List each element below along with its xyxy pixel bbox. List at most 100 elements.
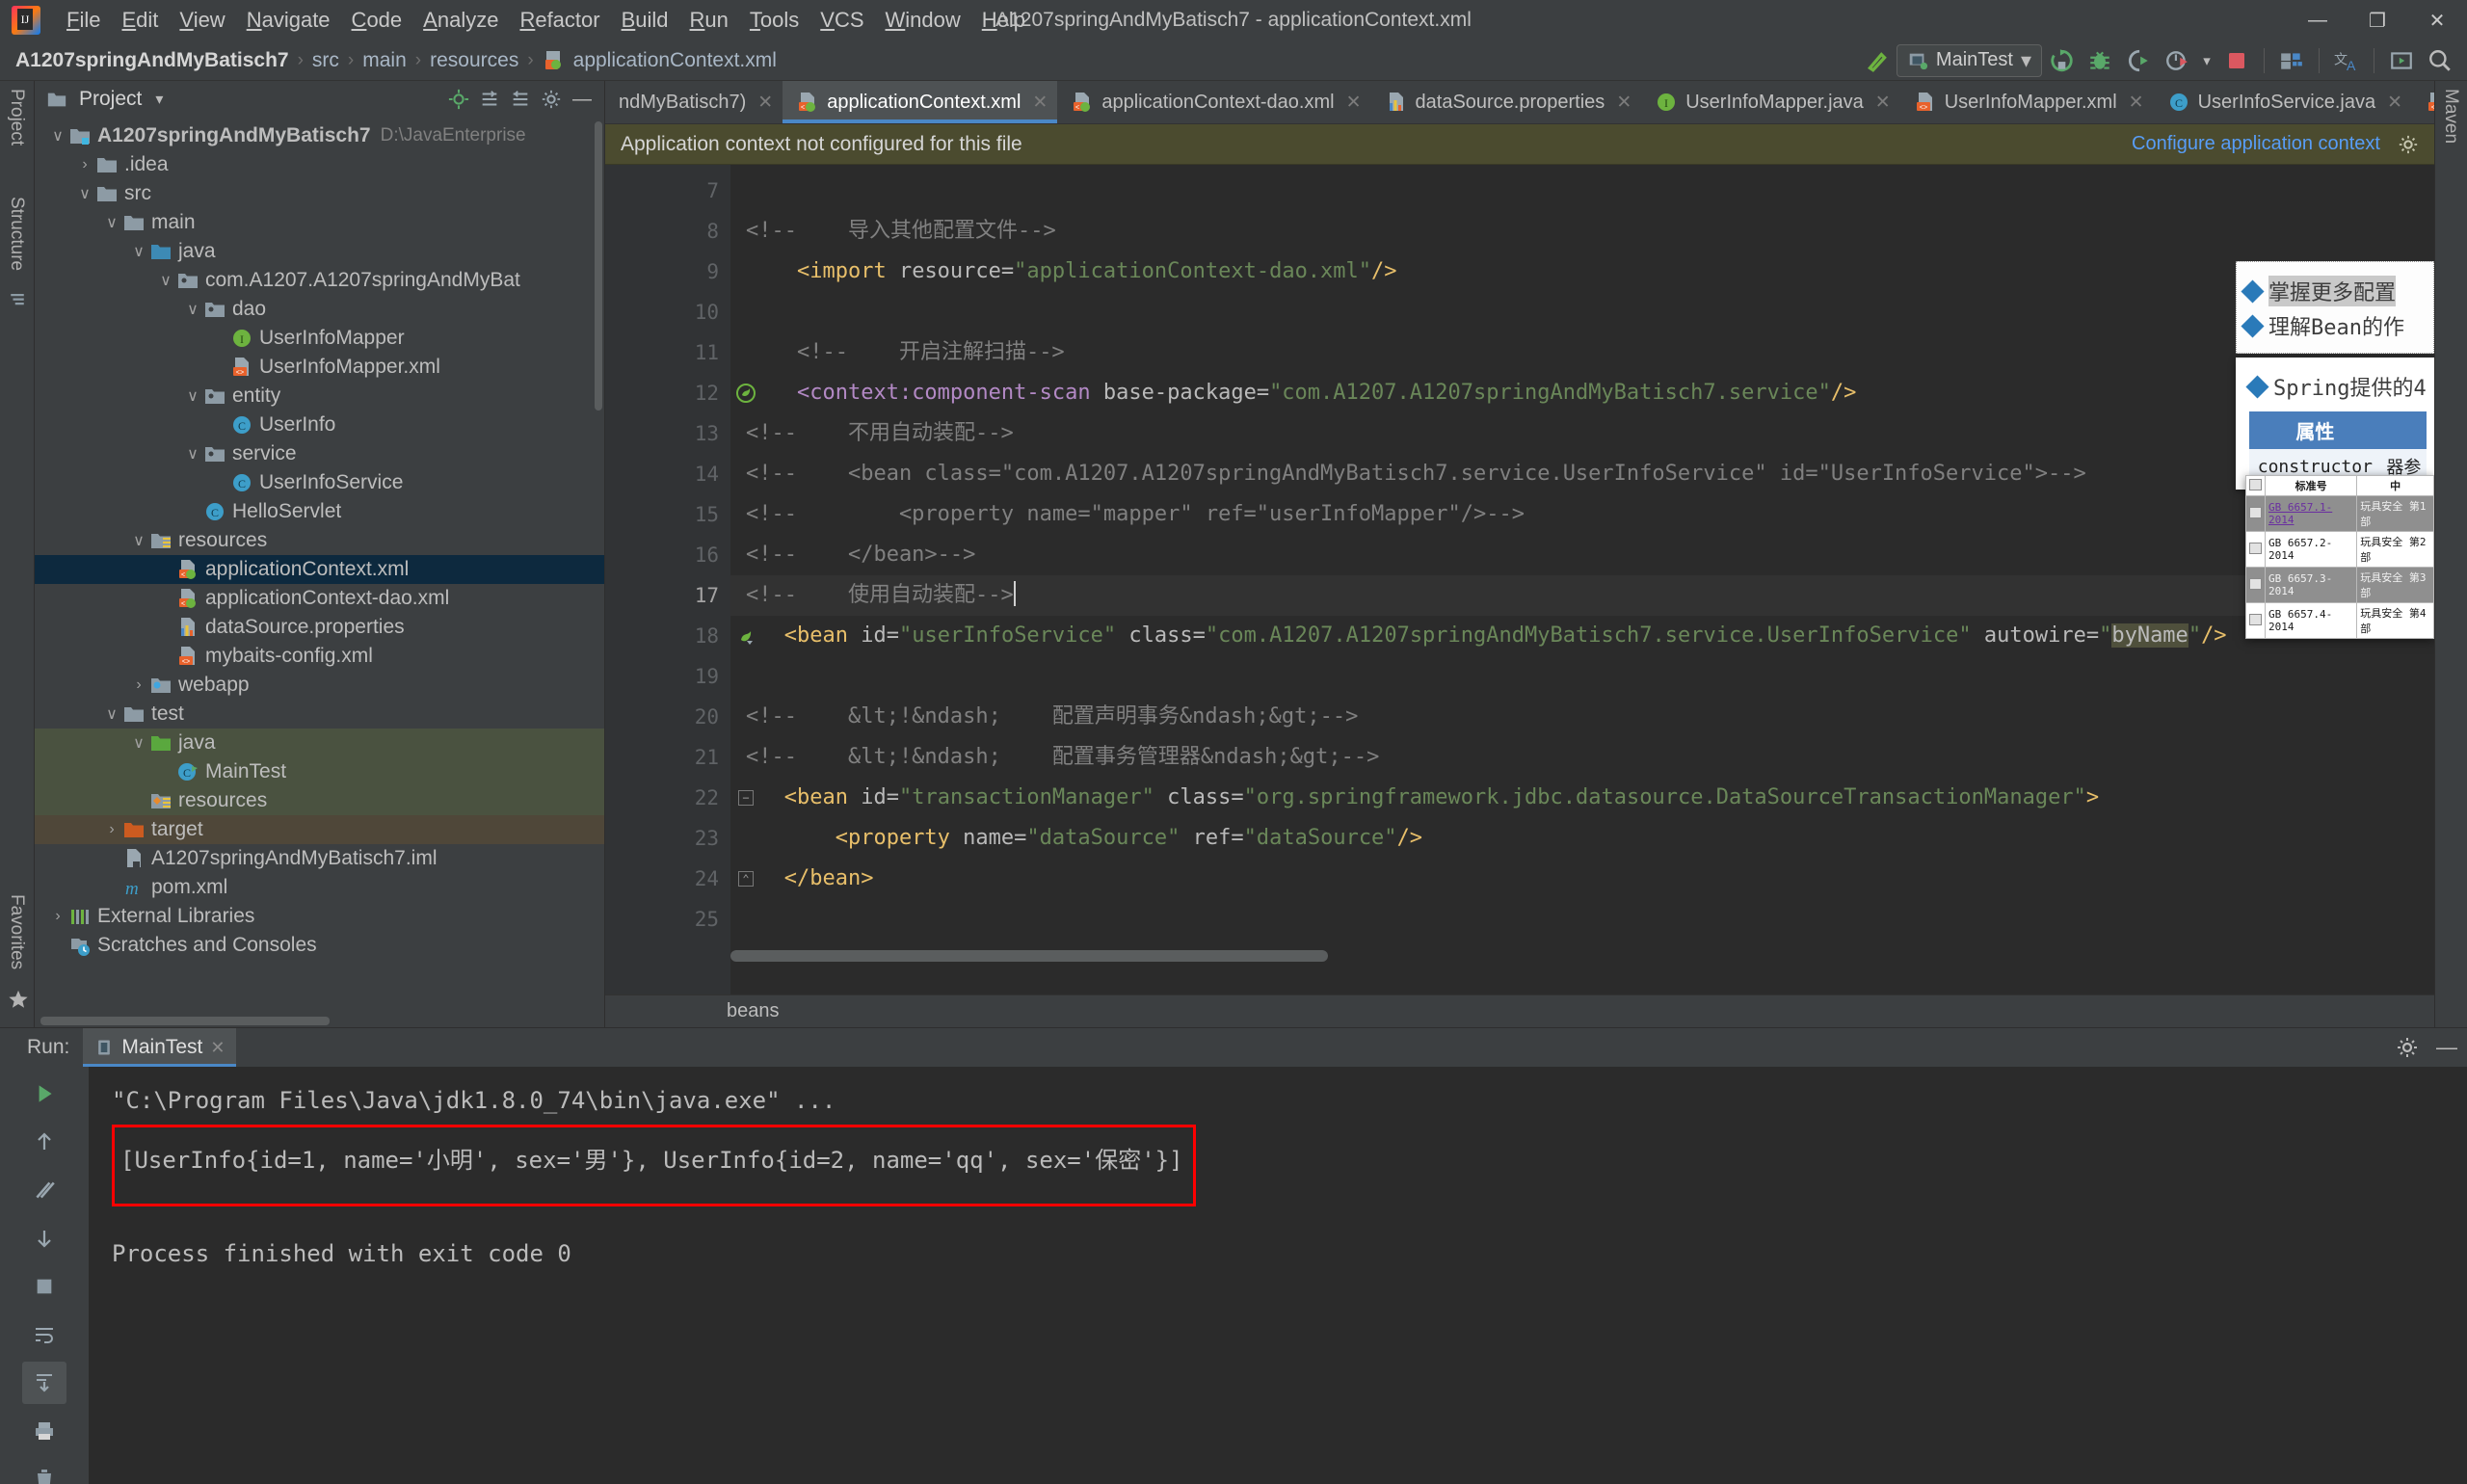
debug-button[interactable] — [2081, 43, 2119, 78]
stop-process-button[interactable] — [22, 1265, 66, 1308]
code-line[interactable]: <context:component-scan base-package="co… — [730, 373, 2434, 413]
close-icon[interactable]: ✕ — [757, 92, 773, 114]
breadcrumb-root[interactable]: A1207springAndMyBatisch7 — [15, 49, 289, 72]
collapse-all-icon[interactable] — [506, 87, 535, 112]
expand-arrow-icon[interactable]: › — [48, 908, 67, 925]
menu-item-refactor[interactable]: Refactor — [509, 4, 610, 37]
editor-tab-applicationcontext-xml[interactable]: < applicationContext.xml ✕ — [783, 81, 1058, 123]
tool-window-favorites[interactable]: Favorites — [6, 894, 27, 969]
code-line[interactable]: <!-- 使用自动装配--> — [730, 575, 2434, 616]
project-scrollbar[interactable] — [595, 121, 602, 411]
tree-node-datasource-properties[interactable]: dataSource.properties — [35, 613, 604, 642]
console-output[interactable]: "C:\Program Files\Java\jdk1.8.0_74\bin\j… — [89, 1067, 2467, 1484]
code-editor[interactable]: 7 8 9 10 11 12 13 14 15 16 17 18 19 20 21 22− 23 24 ⌃ 25 <!… — [605, 165, 2434, 994]
expand-arrow-icon[interactable]: ∨ — [102, 704, 121, 724]
expand-arrow-icon[interactable]: › — [129, 676, 148, 694]
editor-hscrollbar[interactable] — [730, 950, 1328, 962]
tree-node-entity[interactable]: ∨ entity — [35, 382, 604, 411]
scroll-down-button[interactable] — [22, 1217, 66, 1259]
menu-item-analyze[interactable]: Analyze — [412, 4, 509, 37]
run-anything-icon[interactable] — [2382, 43, 2421, 78]
code-line[interactable]: <!-- 不用自动装配--> — [730, 413, 2434, 454]
tree-node-java[interactable]: ∨ java — [35, 237, 604, 266]
expand-arrow-icon[interactable]: ∨ — [102, 213, 121, 232]
code-line[interactable] — [730, 171, 2434, 211]
menu-item-file[interactable]: File — [56, 4, 111, 37]
editor-tab-mybaits-config-xm[interactable]: <>mybaits-config.xm✕ — [2412, 81, 2434, 123]
close-icon[interactable]: ✕ — [1875, 92, 1891, 114]
breadcrumb-item-src[interactable]: src — [312, 49, 339, 72]
code-line[interactable]: <!-- 开启注解扫描--> — [730, 332, 2434, 373]
tree-node-external-libraries[interactable]: › External Libraries — [35, 902, 604, 931]
hide-panel-icon[interactable]: — — [568, 87, 597, 112]
standards-row-code[interactable]: GB 6657.1-2014 — [2264, 495, 2358, 532]
chevron-down-icon[interactable]: ▾ — [155, 90, 163, 109]
tree-node-java[interactable]: ∨ java — [35, 729, 604, 757]
expand-arrow-icon[interactable]: ∨ — [156, 271, 175, 290]
code-line[interactable]: <!-- &lt;!&ndash; 配置事务管理器&ndash;&gt;--> — [730, 737, 2434, 778]
project-tree[interactable]: ∨ A1207springAndMyBatisch7 D:\JavaEnterpri… — [35, 118, 604, 1014]
tree-node-main[interactable]: ∨ main — [35, 208, 604, 237]
configure-application-context-link[interactable]: Configure application context — [2132, 133, 2380, 155]
close-icon[interactable]: ✕ — [1616, 92, 1631, 114]
editor-tab-ndmybatisch7-[interactable]: ndMyBatisch7) ✕ — [605, 81, 783, 123]
project-structure-icon[interactable] — [2272, 43, 2311, 78]
tree-node-pom-xml[interactable]: m pom.xml — [35, 873, 604, 902]
minimize-button[interactable]: — — [2288, 10, 2348, 32]
tree-node-maintest[interactable]: C MainTest — [35, 757, 604, 786]
close-icon[interactable]: ✕ — [2129, 92, 2144, 114]
rerun-failed-button[interactable] — [22, 1169, 66, 1211]
code-line[interactable]: <!-- 导入其他配置文件--> — [730, 211, 2434, 252]
code-line[interactable] — [730, 656, 2434, 697]
run-configuration-selector[interactable]: MainTest ▾ — [1896, 43, 2042, 77]
code-line[interactable]: </bean> — [730, 859, 2434, 899]
hide-run-panel-icon[interactable]: — — [2436, 1035, 2457, 1060]
tree-node-scratches-and-consoles[interactable]: Scratches and Consoles — [35, 931, 604, 960]
run-settings-gear-icon[interactable] — [2396, 1036, 2419, 1059]
tree-node-target[interactable]: › target — [35, 815, 604, 844]
standards-row-code[interactable]: GB 6657.2-2014 — [2264, 531, 2358, 568]
tool-window-project[interactable]: Project — [6, 89, 27, 146]
scroll-up-button[interactable] — [22, 1121, 66, 1163]
expand-arrow-icon[interactable]: ∨ — [183, 386, 202, 406]
code-line[interactable]: <import resource="applicationContext-dao… — [730, 252, 2434, 292]
run-tab-maintest[interactable]: MainTest ✕ — [83, 1028, 237, 1067]
settings-gear-icon[interactable] — [537, 87, 566, 112]
menu-item-tools[interactable]: Tools — [739, 4, 809, 37]
editor-tab-bar[interactable]: ndMyBatisch7) ✕ < applicationContext.xml ✕ < a… — [605, 81, 2434, 124]
menu-item-navigate[interactable]: Navigate — [236, 4, 341, 37]
profile-button[interactable] — [2158, 43, 2196, 78]
expand-arrow-icon[interactable]: › — [102, 821, 121, 838]
locate-file-icon[interactable] — [444, 87, 473, 112]
breadcrumb-item-main[interactable]: main — [362, 49, 407, 72]
menu-item-code[interactable]: Code — [341, 4, 413, 37]
expand-arrow-icon[interactable]: › — [75, 156, 94, 173]
editor-tab-userinfomapper-xml[interactable]: <> UserInfoMapper.xml ✕ — [1900, 81, 2154, 123]
breadcrumb-item-resources[interactable]: resources — [430, 49, 518, 72]
tree-node-resources[interactable]: ∨ resources — [35, 526, 604, 555]
tool-window-structure[interactable]: Structure — [6, 197, 27, 271]
build-hammer-icon[interactable] — [1858, 43, 1897, 78]
code-line[interactable]: <!-- <property name="mapper" ref="userIn… — [730, 494, 2434, 535]
favorites-star-icon[interactable] — [8, 989, 29, 1010]
code-line[interactable]: <!-- <bean class="com.A1207.A1207springA… — [730, 454, 2434, 494]
editor-breadcrumb-beans[interactable]: beans — [727, 1000, 780, 1022]
menu-item-view[interactable]: View — [169, 4, 235, 37]
close-icon[interactable]: ✕ — [2387, 92, 2402, 114]
tree-node-userinfoservice[interactable]: C UserInfoService — [35, 468, 604, 497]
run-with-coverage-button[interactable] — [2119, 43, 2158, 78]
editor-code-column[interactable]: <!-- 导入其他配置文件--> <import resource="appli… — [730, 165, 2434, 994]
expand-arrow-icon[interactable]: ∨ — [129, 733, 148, 753]
standards-row-checkbox[interactable] — [2245, 495, 2266, 532]
editor-tab-applicationcontext-dao-xml[interactable]: < applicationContext-dao.xml ✕ — [1057, 81, 1370, 123]
tree-node-a1207springandmybatisch7[interactable]: ∨ A1207springAndMyBatisch7 D:\JavaEnterpri… — [35, 121, 604, 150]
expand-all-icon[interactable] — [475, 87, 504, 112]
tree-node-helloservlet[interactable]: C HelloServlet — [35, 497, 604, 526]
breadcrumb-file[interactable]: applicationContext.xml — [573, 49, 777, 72]
menu-item-run[interactable]: Run — [679, 4, 739, 37]
tree-node-userinfomapper-xml[interactable]: <> UserInfoMapper.xml — [35, 353, 604, 382]
soft-wrap-button[interactable] — [22, 1313, 66, 1356]
menu-item-window[interactable]: Window — [875, 4, 971, 37]
search-icon[interactable] — [2421, 43, 2459, 78]
tree-node-webapp[interactable]: › webapp — [35, 671, 604, 700]
